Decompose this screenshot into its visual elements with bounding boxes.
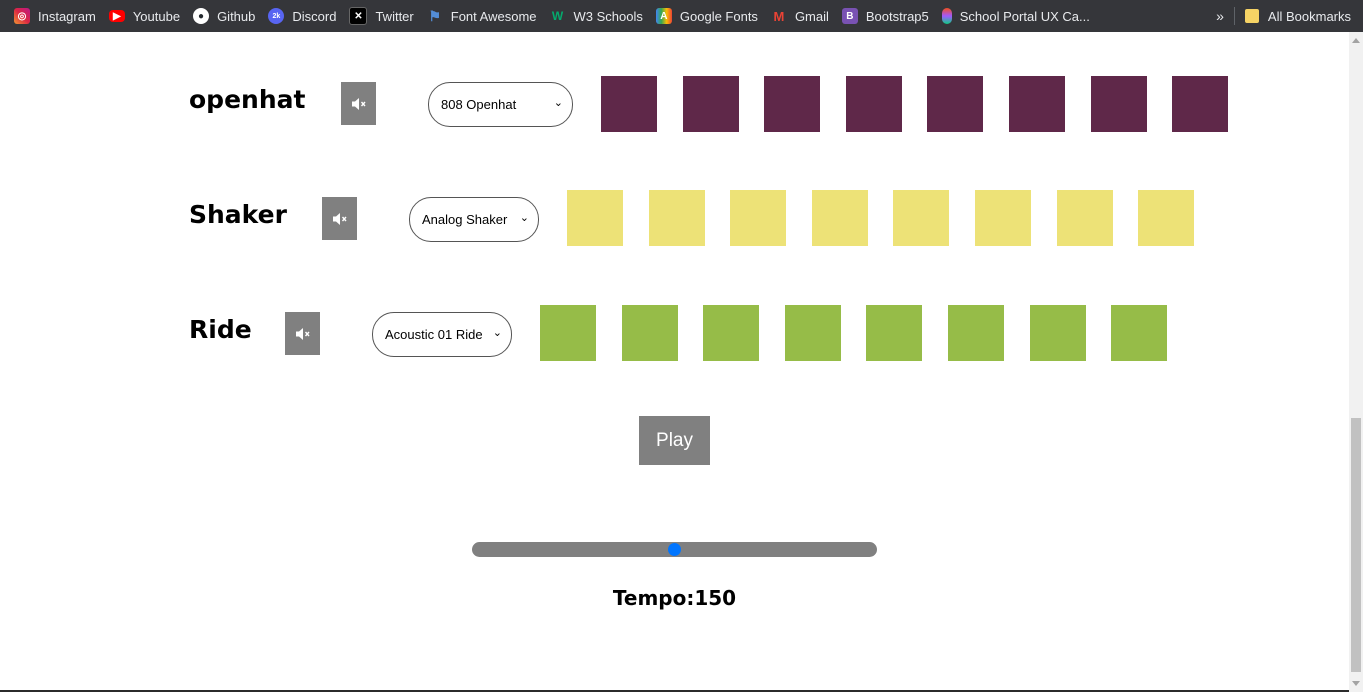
bookmark-youtube[interactable]: ▶ Youtube (103, 4, 187, 28)
beat-pad[interactable] (764, 76, 820, 132)
track-name: openhat (189, 85, 306, 114)
beat-pad[interactable] (1009, 76, 1065, 132)
mute-button[interactable] (322, 197, 357, 240)
folder-icon (1244, 9, 1259, 23)
page-scrollbar[interactable] (1349, 32, 1363, 692)
play-button[interactable]: Play (639, 416, 710, 465)
beat-pad[interactable] (540, 305, 596, 361)
bookmark-instagram[interactable]: ◎ Instagram (0, 4, 103, 28)
beat-pad[interactable] (622, 305, 678, 361)
bookmark-label: Instagram (38, 8, 96, 24)
bookmark-w3schools[interactable]: W W3 Schools (544, 4, 650, 28)
beat-pad[interactable] (975, 190, 1031, 246)
beat-pad[interactable] (703, 305, 759, 361)
bookmark-label: Github (217, 8, 256, 24)
discord-icon: 2k (268, 8, 285, 24)
bookmark-label: W3 Schools (573, 8, 643, 24)
beat-pad[interactable] (1138, 190, 1194, 246)
bookmark-twitter[interactable]: ✕ Twitter (343, 4, 420, 28)
scroll-up-arrow-icon[interactable] (1352, 38, 1360, 43)
mute-button[interactable] (285, 312, 320, 355)
sound-select-wrapper: 808 Openhat ⌄ (428, 82, 573, 127)
bookmark-school-portal[interactable]: School Portal UX Ca... (936, 4, 1097, 28)
figma-icon (941, 8, 952, 24)
scrollbar-thumb[interactable] (1351, 418, 1361, 672)
beat-pad[interactable] (812, 190, 868, 246)
github-icon: ● (193, 8, 210, 24)
beat-pad[interactable] (601, 76, 657, 132)
volume-mute-icon (351, 97, 366, 110)
sound-select-value: 808 Openhat (441, 97, 517, 112)
sound-select[interactable]: Acoustic 01 Ride (372, 312, 512, 357)
bookmark-label: Font Awesome (450, 8, 537, 24)
divider (1233, 7, 1235, 25)
tempo-slider-thumb[interactable] (668, 543, 681, 556)
bookmarks-overflow-icon[interactable]: » (1216, 8, 1224, 24)
tempo-label: Tempo:150 (612, 586, 737, 610)
x-icon: ✕ (349, 7, 368, 25)
beat-pad[interactable] (683, 76, 739, 132)
instagram-icon: ◎ (14, 8, 30, 24)
youtube-icon: ▶ (108, 10, 125, 22)
bookmark-bootstrap[interactable]: B Bootstrap5 (836, 4, 936, 28)
bookmark-font-awesome[interactable]: ⚑ Font Awesome (421, 4, 544, 28)
beat-pad[interactable] (1030, 305, 1086, 361)
bookmark-label: Gmail (794, 8, 829, 24)
sound-select[interactable]: 808 Openhat (428, 82, 573, 127)
bookmark-label: Youtube (132, 8, 181, 24)
bookmark-label: Discord (292, 8, 337, 24)
beat-pad[interactable] (893, 190, 949, 246)
bookmark-discord[interactable]: 2k Discord (262, 4, 343, 28)
all-bookmarks-button[interactable]: All Bookmarks (1268, 9, 1351, 24)
bookmark-google-fonts[interactable]: A Google Fonts (650, 4, 765, 28)
beat-pad[interactable] (846, 76, 902, 132)
beat-pad[interactable] (927, 76, 983, 132)
w3schools-icon: W (551, 9, 564, 23)
bookmark-label: Twitter (375, 8, 414, 24)
bootstrap-icon: B (841, 8, 858, 24)
beat-pad[interactable] (730, 190, 786, 246)
sound-select-value: Analog Shaker (422, 212, 508, 227)
sound-select-wrapper: Acoustic 01 Ride ⌄ (372, 312, 512, 357)
bookmarks-right: » All Bookmarks (1216, 0, 1351, 32)
mute-button[interactable] (341, 82, 376, 125)
bookmark-label: Google Fonts (679, 8, 758, 24)
bookmark-label: Bootstrap5 (865, 8, 929, 24)
sound-select[interactable]: Analog Shaker (409, 197, 539, 242)
beat-pad[interactable] (866, 305, 922, 361)
beat-pad[interactable] (1172, 76, 1228, 132)
bookmark-label: School Portal UX Ca... (959, 8, 1090, 24)
beat-pad[interactable] (567, 190, 623, 246)
flag-icon: ⚑ (428, 7, 442, 24)
bookmark-gmail[interactable]: M Gmail (765, 4, 836, 28)
beat-pad[interactable] (1057, 190, 1113, 246)
beat-pad[interactable] (1091, 76, 1147, 132)
volume-mute-icon (332, 212, 347, 225)
beat-pad[interactable] (1111, 305, 1167, 361)
volume-mute-icon (295, 327, 310, 340)
track-name: Ride (189, 315, 252, 344)
bookmarks-bar: ◎ Instagram ▶ Youtube ● Github 2k Discor… (0, 0, 1363, 32)
beat-pad[interactable] (785, 305, 841, 361)
beat-pad[interactable] (948, 305, 1004, 361)
track-name: Shaker (189, 200, 287, 229)
scroll-down-arrow-icon[interactable] (1352, 681, 1360, 686)
sound-select-value: Acoustic 01 Ride (385, 327, 483, 342)
google-fonts-icon: A (655, 8, 672, 24)
bookmark-github[interactable]: ● Github (187, 4, 262, 28)
sound-select-wrapper: Analog Shaker ⌄ (409, 197, 539, 242)
gmail-icon: M (773, 8, 785, 24)
beat-pad[interactable] (649, 190, 705, 246)
